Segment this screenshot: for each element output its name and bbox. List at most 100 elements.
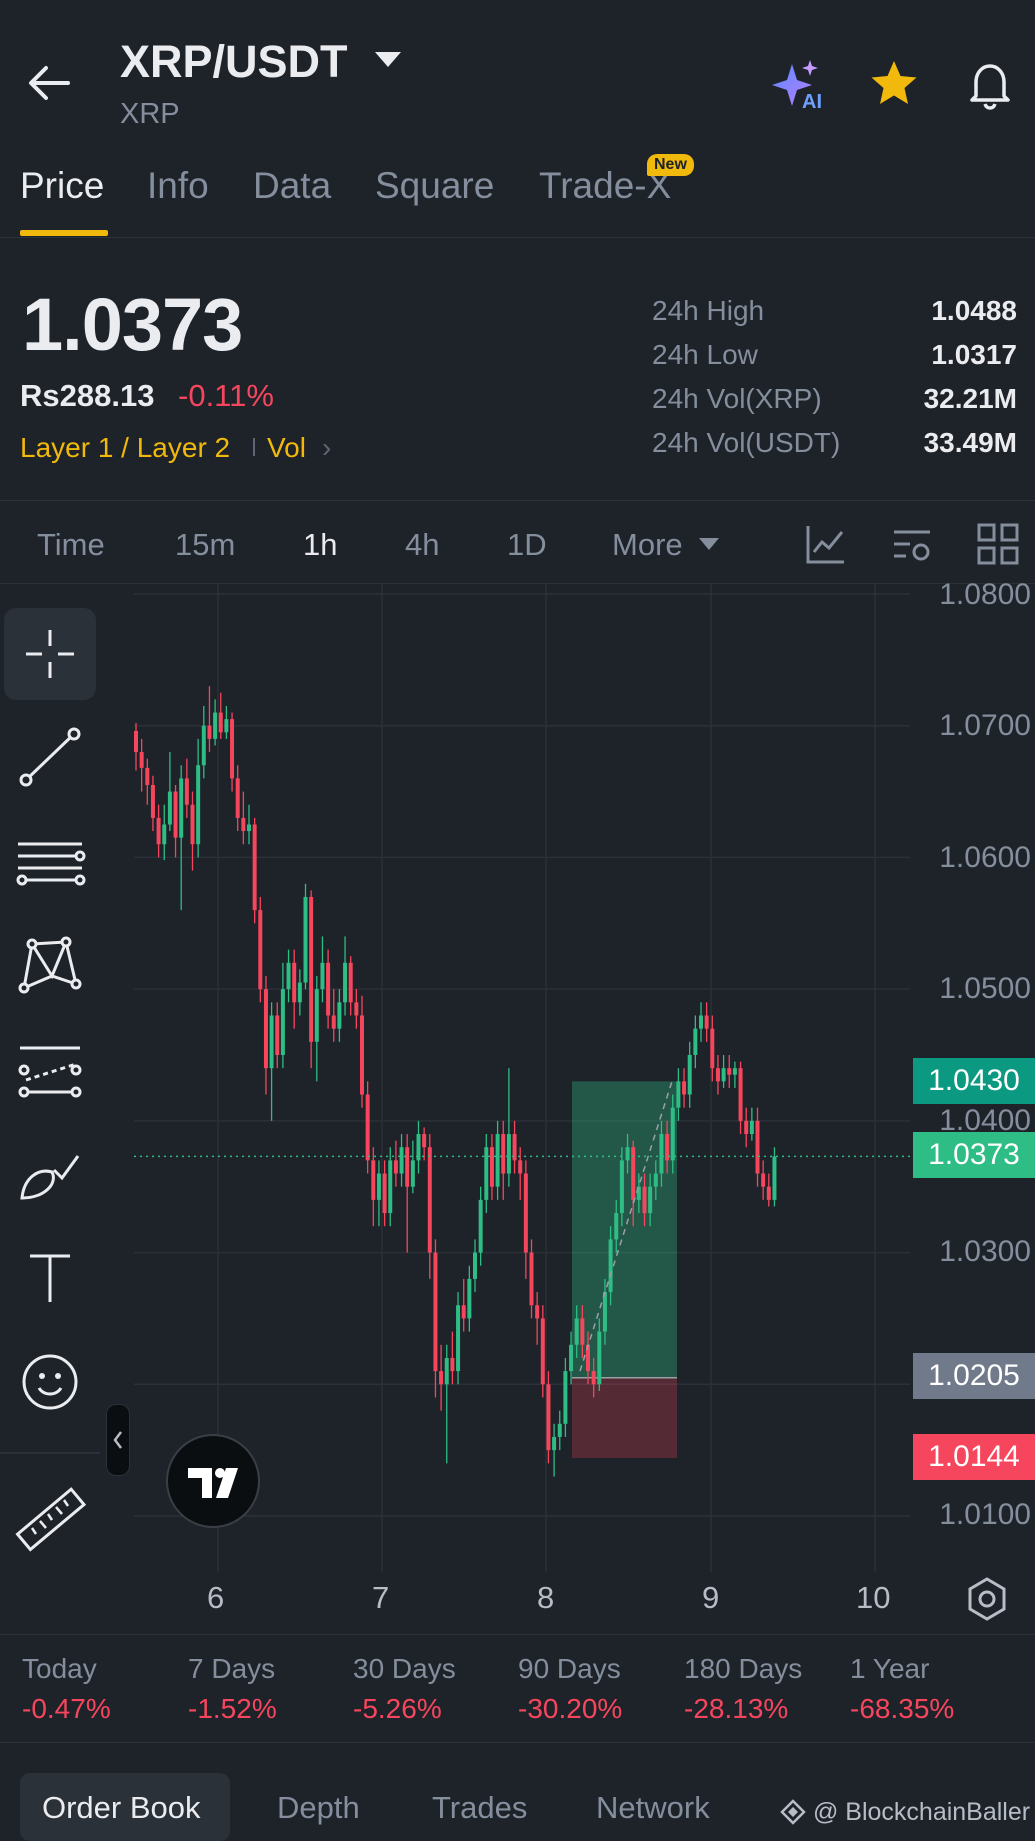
chart-canvas[interactable] [0, 584, 1035, 1634]
candle-body [376, 1173, 381, 1200]
category-tag-vol[interactable]: Vol [267, 432, 306, 464]
candle-body [184, 778, 189, 805]
collapse-toolbar-handle[interactable] [106, 1404, 130, 1476]
candle-body [393, 1160, 398, 1174]
candle-body [275, 1015, 280, 1055]
candle-body [405, 1147, 410, 1187]
candle-body [252, 824, 257, 911]
interval-1h[interactable]: 1h [303, 527, 337, 563]
candle-body [399, 1147, 404, 1174]
candle-body [422, 1134, 427, 1148]
x-tick-label: 9 [702, 1580, 720, 1615]
x-tick-label: 6 [207, 1580, 225, 1615]
trendline-tool-icon[interactable] [4, 712, 96, 804]
favorite-star-icon[interactable] [868, 58, 920, 110]
candle-body [196, 765, 201, 845]
candle-body [642, 1186, 647, 1214]
candle-body [150, 784, 155, 818]
candle-body [360, 1015, 364, 1095]
tab-price[interactable]: Price [20, 165, 104, 207]
category-tag-layer[interactable]: Layer 1 / Layer 2 [20, 432, 230, 464]
candle-body [473, 1252, 477, 1279]
candle-body [738, 1068, 743, 1121]
candle-body [280, 989, 285, 1055]
local-price: Rs288.13 [20, 378, 155, 413]
layout-grid-icon[interactable] [976, 522, 1020, 566]
interval-4h[interactable]: 4h [405, 527, 439, 563]
candlestick-chart[interactable] [0, 584, 1035, 1634]
ruler-tool-icon[interactable] [4, 1474, 96, 1566]
divider [0, 237, 1035, 238]
candle-body [653, 1173, 658, 1187]
back-arrow-icon[interactable] [24, 58, 74, 108]
perf-value-7d: -1.52% [188, 1693, 277, 1724]
chart-gear-icon[interactable] [964, 1576, 1010, 1622]
candle-body [162, 824, 167, 845]
candle-body [710, 1028, 715, 1069]
chart-settings-icon[interactable] [890, 522, 934, 566]
chevron-right-icon[interactable]: › [322, 432, 331, 464]
candle-body [156, 817, 161, 845]
candle-body [715, 1068, 720, 1082]
tab-data[interactable]: Data [253, 165, 331, 207]
candle-body [190, 804, 195, 845]
tab-info[interactable]: Info [147, 165, 209, 207]
emoji-tool-icon[interactable] [4, 1336, 96, 1428]
ai-sparkle-icon[interactable]: AI [770, 58, 830, 113]
candle-body [749, 1120, 754, 1135]
pattern-tool-icon[interactable] [4, 920, 96, 1012]
indicator-chart-icon[interactable] [804, 522, 848, 566]
interval-time[interactable]: Time [37, 527, 105, 563]
tab-trades[interactable]: Trades [432, 1790, 527, 1826]
x-tick-label: 7 [372, 1580, 390, 1615]
tab-order-book[interactable]: Order Book [42, 1790, 201, 1826]
stat-value-24h-vol-base: 32.21M [923, 383, 1017, 414]
candle-body [444, 1357, 449, 1385]
tab-square[interactable]: Square [375, 165, 494, 207]
candle-body [320, 962, 325, 990]
new-badge: New [647, 154, 694, 176]
candle-body [134, 730, 138, 753]
perf-label-90d: 90 Days [518, 1653, 621, 1684]
candle-body [766, 1186, 771, 1200]
pair-dropdown-icon[interactable] [375, 52, 401, 67]
stat-label-24h-low: 24h Low [652, 339, 758, 370]
interval-more[interactable]: More [612, 527, 683, 563]
bell-icon[interactable] [962, 56, 1018, 112]
chevron-down-icon[interactable] [699, 538, 719, 550]
candle-body [569, 1344, 574, 1372]
candle-body [557, 1423, 562, 1437]
fib-tool-icon[interactable] [4, 1024, 96, 1116]
candle-body [388, 1160, 393, 1214]
price-tag-target: 1.0430 [913, 1058, 1035, 1104]
toolbar-divider [0, 1452, 100, 1454]
interval-1d[interactable]: 1D [507, 527, 547, 563]
interval-15m[interactable]: 15m [175, 527, 235, 563]
divider [0, 1742, 1035, 1743]
perf-label-180d: 180 Days [684, 1653, 803, 1684]
candle-body [619, 1160, 624, 1214]
watermark-text: @ BlockchainBaller [812, 1798, 1031, 1826]
candle-body [484, 1147, 489, 1200]
horizontal-lines-tool-icon[interactable] [4, 816, 96, 908]
brush-tool-icon[interactable] [4, 1128, 96, 1220]
candle-body [314, 989, 319, 1042]
tab-network[interactable]: Network [596, 1790, 710, 1826]
y-tick-label: 1.0700 [939, 709, 1031, 742]
candle-body [704, 1015, 709, 1029]
tab-depth[interactable]: Depth [277, 1790, 360, 1826]
pair-title[interactable]: XRP/USDT [120, 36, 348, 88]
perf-value-30d: -5.26% [353, 1693, 442, 1724]
candle-body [529, 1252, 534, 1306]
candle-body [670, 1107, 675, 1161]
candle-body [602, 1292, 607, 1332]
divider [0, 500, 1035, 501]
candle-body [761, 1173, 766, 1187]
candle-body [371, 1160, 376, 1200]
candle-body [241, 817, 246, 832]
text-tool-icon[interactable] [4, 1232, 96, 1324]
candle-body [721, 1068, 726, 1082]
candle-body [625, 1147, 630, 1161]
crosshair-tool-icon[interactable] [4, 608, 96, 700]
candle-body [574, 1318, 579, 1345]
